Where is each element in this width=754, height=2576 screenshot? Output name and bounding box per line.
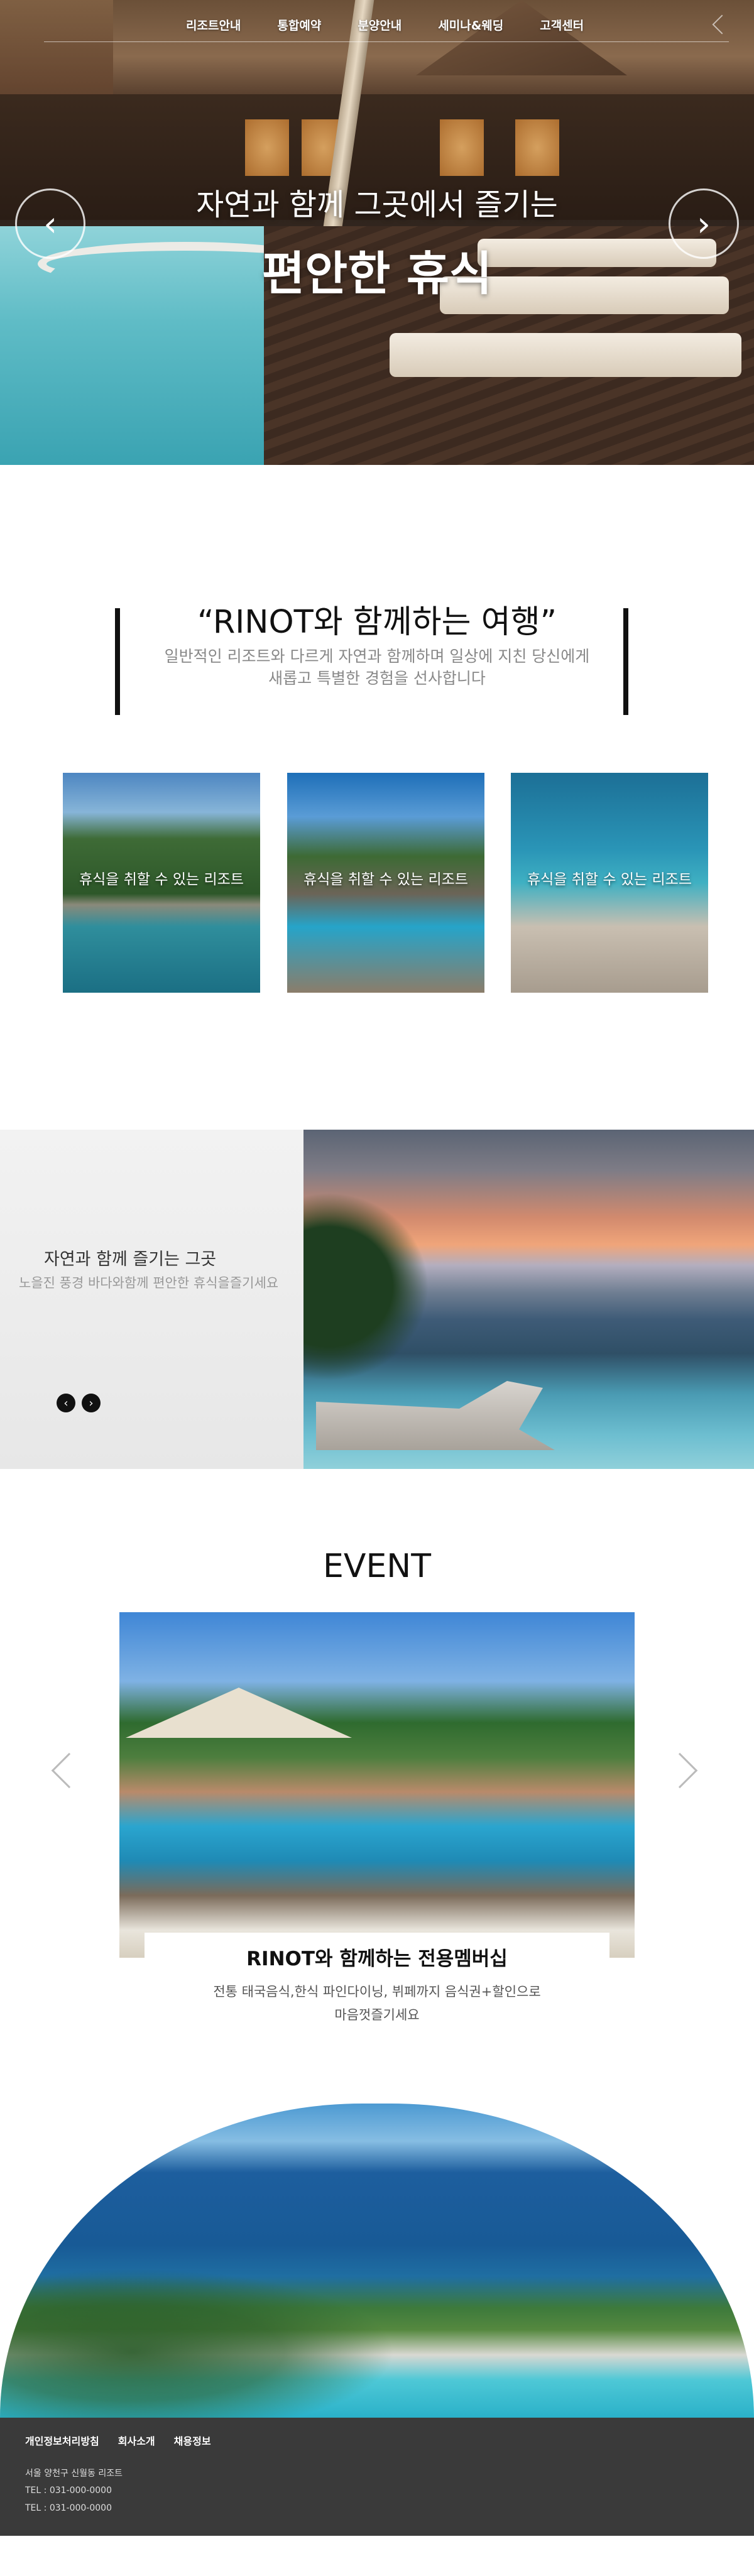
panorama-palms: [0, 2254, 440, 2418]
footer-link-privacy[interactable]: 개인정보처리방침: [25, 2433, 99, 2448]
nav-item-customer-center[interactable]: 고객센터: [540, 16, 584, 33]
promo-lounge-chair: [316, 1381, 555, 1450]
event-card-title: RINOT와 함께하는 전용멤버십: [246, 1948, 508, 1970]
intro-title: “RINOT와 함께하는 여행”: [197, 604, 557, 641]
event-section: EVENT RINOT와 함께하는 전용멤버십 전통 태국음식,한식 파인다이닝…: [0, 1469, 754, 2022]
hero-lounger: [390, 333, 741, 377]
promo-description: 노을진 풍경 바다와함께 편안한 휴식을즐기세요: [19, 1275, 279, 1291]
nav-item-seminar-wedding[interactable]: 세미나&웨딩: [438, 16, 503, 33]
resort-card[interactable]: 휴식을 취할 수 있는 리조트: [511, 773, 708, 993]
footer: 개인정보처리방침 회사소개 채용정보 서울 양천구 신월동 리조트 TEL : …: [0, 2418, 754, 2536]
footer-link-about[interactable]: 회사소개: [118, 2433, 155, 2448]
footer-link-careers[interactable]: 채용정보: [174, 2433, 211, 2448]
event-description-2: 마음껏즐기세요: [334, 2007, 420, 2022]
chevron-left-icon: ‹: [63, 1396, 68, 1410]
nav-corner-icon: [712, 14, 732, 35]
event-prev-arrow-icon[interactable]: [51, 1752, 87, 1789]
footer-tel: TEL : 031-000-0000: [25, 2486, 112, 2496]
nav-item-booking[interactable]: 통합예약: [277, 16, 321, 33]
intro-section: “RINOT와 함께하는 여행” 일반적인 리조트와 다르게 자연과 함께하며 …: [0, 465, 754, 773]
promo-title: 자연과 함께 즐기는 그곳: [44, 1250, 217, 1269]
event-umbrella: [126, 1688, 352, 1738]
resort-card-label: 휴식을 취할 수 있는 리조트: [303, 871, 468, 888]
promo-section: 자연과 함께 즐기는 그곳 노을진 풍경 바다와함께 편안한 휴식을즐기세요 ‹…: [0, 1130, 754, 1469]
intro-line-1: 일반적인 리조트와 다르게 자연과 함께하며 일상에 지친 당신에게: [164, 647, 590, 665]
resort-panorama-section: [0, 2104, 754, 2418]
event-card: RINOT와 함께하는 전용멤버십: [145, 1933, 609, 1977]
promo-text-panel: 자연과 함께 즐기는 그곳 노을진 풍경 바다와함께 편안한 휴식을즐기세요 ‹…: [0, 1130, 303, 1469]
resort-card[interactable]: 휴식을 취할 수 있는 리조트: [63, 773, 260, 993]
event-next-arrow-icon[interactable]: [662, 1752, 698, 1789]
resort-cards: 휴식을 취할 수 있는 리조트 휴식을 취할 수 있는 리조트 휴식을 취할 수…: [0, 773, 754, 993]
promo-prev-button[interactable]: ‹: [57, 1394, 75, 1412]
promo-sunset-image: [303, 1130, 754, 1469]
resort-card-label: 휴식을 취할 수 있는 리조트: [527, 871, 692, 888]
promo-trees: [303, 1192, 429, 1381]
event-image[interactable]: [119, 1612, 635, 1958]
resort-card[interactable]: 휴식을 취할 수 있는 리조트: [287, 773, 484, 993]
hero-title: 편안한 휴식: [261, 247, 493, 301]
footer-tel: TEL : 031-000-0000: [25, 2503, 112, 2513]
hero-subtitle: 자연과 함께 그곳에서 즐기는: [196, 187, 558, 222]
main-menu: 리조트안내 통합예약 분양안내 세미나&웨딩 고객센터: [186, 16, 584, 33]
footer-links: 개인정보처리방침 회사소개 채용정보: [25, 2433, 211, 2448]
promo-next-button[interactable]: ›: [82, 1394, 101, 1412]
hero-window: [515, 119, 559, 176]
event-heading: EVENT: [323, 1547, 431, 1585]
hero-banner: 리조트안내 통합예약 분양안내 세미나&웨딩 고객센터 ‹ › 자연과 함께 그…: [0, 0, 754, 465]
footer-address: 서울 양천구 신월동 리조트: [25, 2469, 123, 2479]
nav-item-resort-info[interactable]: 리조트안내: [186, 16, 241, 33]
chevron-right-icon: ›: [89, 1396, 94, 1410]
nav-divider: [44, 41, 729, 42]
event-description-1: 전통 태국음식,한식 파인다이닝, 뷔페까지 음식권+할인으로: [213, 1984, 541, 1999]
hero-caption: 자연과 함께 그곳에서 즐기는 편안한 휴식: [0, 180, 754, 303]
resort-panorama-image: [0, 2104, 754, 2418]
resort-card-label: 휴식을 취할 수 있는 리조트: [79, 871, 244, 888]
intro-line-2: 새롭고 특별한 경험을 선사합니다: [268, 669, 486, 687]
hero-window: [440, 119, 484, 176]
hero-window: [245, 119, 289, 176]
promo-controls: ‹ ›: [57, 1394, 101, 1412]
nav-item-sales[interactable]: 분양안내: [358, 16, 402, 33]
main-nav: 리조트안내 통합예약 분양안내 세미나&웨딩 고객센터: [0, 0, 754, 50]
